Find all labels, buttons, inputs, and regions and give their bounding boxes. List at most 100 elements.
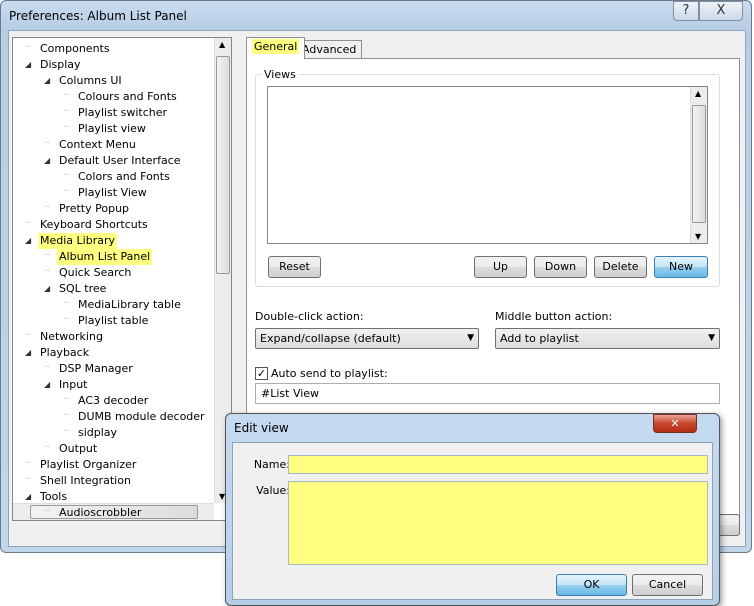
value-textarea[interactable] [288, 481, 708, 565]
close-button[interactable]: X [699, 1, 743, 21]
dialog-close-button[interactable]: ✕ [653, 414, 697, 433]
tree-line: ┈ [64, 122, 69, 131]
auto-send-label: Auto send to playlist: [271, 367, 388, 380]
expand-arrow-icon[interactable]: ◢ [25, 492, 31, 501]
reset-button[interactable]: Reset [268, 256, 321, 278]
tree-line: ┈ [45, 362, 50, 371]
tree-item[interactable]: sidplay [76, 425, 119, 441]
tree-item[interactable]: Display [38, 57, 83, 73]
tree-item[interactable]: Quick Search [57, 265, 133, 281]
value-label: Value: [256, 484, 290, 497]
tree-item[interactable]: Components [38, 41, 112, 57]
tree-item[interactable]: Playlist table [76, 313, 150, 329]
name-label: Name: [253, 458, 290, 471]
tree-item[interactable]: AC3 decoder [76, 393, 150, 409]
tree-line: ┈ [64, 298, 69, 307]
views-list[interactable]: ▲ ▼ [267, 86, 708, 244]
middle-button-label: Middle button action: [495, 310, 613, 323]
tree-item[interactable]: Context Menu [57, 137, 138, 153]
tree-item[interactable]: SQL tree [57, 281, 108, 297]
scroll-up-icon[interactable]: ▲ [219, 40, 225, 49]
tree-item[interactable]: Default User Interface [57, 153, 183, 169]
tab-advanced[interactable]: Advanced [296, 40, 363, 58]
scroll-up-icon[interactable]: ▲ [695, 89, 701, 98]
tree-line: ┈ [26, 474, 31, 483]
tree-line: ┈ [64, 426, 69, 435]
expand-arrow-icon[interactable]: ◢ [44, 380, 50, 389]
tree-item[interactable]: DUMB module decoder [76, 409, 207, 425]
tree-item[interactable]: Input [57, 377, 89, 393]
up-button[interactable]: Up [474, 256, 527, 278]
auto-send-input[interactable]: #List View [255, 383, 720, 404]
tree-line: ┈ [45, 202, 50, 211]
tree-line: ┈ [64, 186, 69, 195]
tree-item[interactable]: DSP Manager [57, 361, 135, 377]
tree-item[interactable]: Playlist view [76, 121, 148, 137]
down-button[interactable]: Down [534, 256, 587, 278]
tree-line: ┈ [26, 42, 31, 51]
tree-item[interactable]: Audioscrobbler [57, 505, 143, 520]
tree-line: ┈ [64, 314, 69, 323]
expand-arrow-icon[interactable]: ◢ [44, 76, 50, 85]
tree-item[interactable]: Shell Integration [38, 473, 133, 489]
views-label: Views [262, 68, 298, 81]
expand-arrow-icon[interactable]: ◢ [25, 60, 31, 69]
new-button[interactable]: New [654, 256, 708, 278]
scroll-thumb[interactable] [216, 56, 230, 274]
tree-item[interactable]: Pretty Popup [57, 201, 131, 217]
tree-line: ┈ [26, 218, 31, 227]
tree-item[interactable]: Playlist switcher [76, 105, 169, 121]
tree-item[interactable]: Playback [38, 345, 91, 361]
tab-general[interactable]: General [246, 37, 306, 59]
double-click-select[interactable]: Expand/collapse (default) ▼ [255, 328, 479, 349]
tree-line: ┈ [45, 442, 50, 451]
tree-line: ┈ [64, 410, 69, 419]
tree-item[interactable]: Colours and Fonts [76, 89, 179, 105]
tree-line: ┈ [45, 506, 50, 515]
tree-item[interactable]: Playlist View [76, 185, 149, 201]
tree-item[interactable]: Playlist Organizer [38, 457, 138, 473]
edit-view-client: Name: Value: OK Cancel [232, 442, 713, 600]
tree-item[interactable]: Networking [38, 329, 105, 345]
tree-item[interactable]: Album List Panel [57, 249, 153, 265]
tab-general-label: General [252, 39, 300, 54]
tree-item[interactable]: Tools [38, 489, 69, 505]
edit-view-title: Edit view [234, 421, 289, 435]
scroll-thumb[interactable] [692, 105, 706, 223]
expand-arrow-icon[interactable]: ◢ [44, 156, 50, 165]
expand-arrow-icon[interactable]: ◢ [25, 236, 31, 245]
tree-line: ┈ [64, 394, 69, 403]
tree-item[interactable]: Columns UI [57, 73, 124, 89]
ok-button[interactable]: OK [556, 574, 627, 596]
chevron-down-icon: ▼ [708, 333, 715, 343]
tree-line: ┈ [64, 170, 69, 179]
tree-item[interactable]: MediaLibrary table [76, 297, 183, 313]
double-click-value: Expand/collapse (default) [260, 332, 401, 345]
tree-item[interactable]: Keyboard Shortcuts [38, 217, 150, 233]
tree-line: ┈ [64, 106, 69, 115]
tree-line: ┈ [45, 250, 50, 259]
tree-item[interactable]: Output [57, 441, 99, 457]
tree-line: ┈ [64, 90, 69, 99]
tree-item[interactable]: Media Library [38, 233, 117, 249]
tree-line: ┈ [45, 138, 50, 147]
middle-button-select[interactable]: Add to playlist ▼ [495, 328, 720, 349]
expand-arrow-icon[interactable]: ◢ [44, 284, 50, 293]
scroll-down-icon[interactable]: ▼ [695, 232, 701, 241]
window-title: Preferences: Album List Panel [9, 9, 187, 23]
tree-item[interactable]: Colors and Fonts [76, 169, 172, 185]
name-input[interactable] [288, 455, 708, 474]
tree-line: ┈ [26, 330, 31, 339]
cancel-button[interactable]: Cancel [632, 574, 703, 596]
chevron-down-icon: ▼ [467, 333, 474, 343]
auto-send-checkbox[interactable]: ✓ [255, 367, 268, 380]
edit-view-dialog: Edit view ✕ Name: Value: OK Cancel [225, 413, 720, 606]
expand-arrow-icon[interactable]: ◢ [25, 348, 31, 357]
delete-button[interactable]: Delete [594, 256, 647, 278]
middle-button-value: Add to playlist [500, 332, 579, 345]
tree-line: ┈ [26, 458, 31, 467]
double-click-label: Double-click action: [255, 310, 364, 323]
help-button[interactable]: ? [673, 1, 699, 21]
preferences-tree[interactable]: ▲ ▼ ┈ Components ◢ Display ◢ Columns UI ┈ Colou… [12, 37, 232, 521]
views-scrollbar[interactable]: ▲ ▼ [690, 87, 707, 243]
